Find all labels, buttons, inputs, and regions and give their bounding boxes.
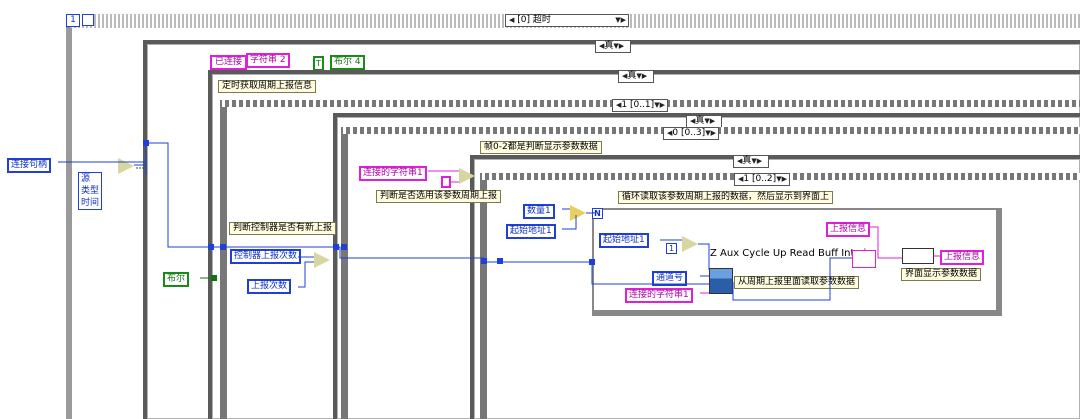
tunnel-2 xyxy=(208,244,214,250)
wire-add xyxy=(698,243,710,270)
tunnel-8 xyxy=(589,259,595,265)
tunnel-1 xyxy=(143,140,149,146)
tunnel-4 xyxy=(333,244,339,250)
wire-out xyxy=(732,257,852,301)
block-diagram: ◀ [0] 超时 ▼▶ 1 ◀真▼▶ 已连接 字符串 2 T 布尔 4 ◀真▼▶… xyxy=(0,0,1080,419)
tunnel-5 xyxy=(341,244,347,250)
wire-info xyxy=(870,226,902,259)
wire-start xyxy=(562,215,577,230)
wire-report-count xyxy=(298,261,314,288)
tunnel-3 xyxy=(220,244,226,250)
tunnel-7 xyxy=(497,258,503,264)
wire-loop-handle xyxy=(591,262,709,285)
wire-handle xyxy=(58,142,592,263)
tunnel-9 xyxy=(211,275,217,281)
wires xyxy=(58,140,940,301)
wire-sub-n xyxy=(586,212,595,214)
tunnel-6 xyxy=(481,258,487,264)
